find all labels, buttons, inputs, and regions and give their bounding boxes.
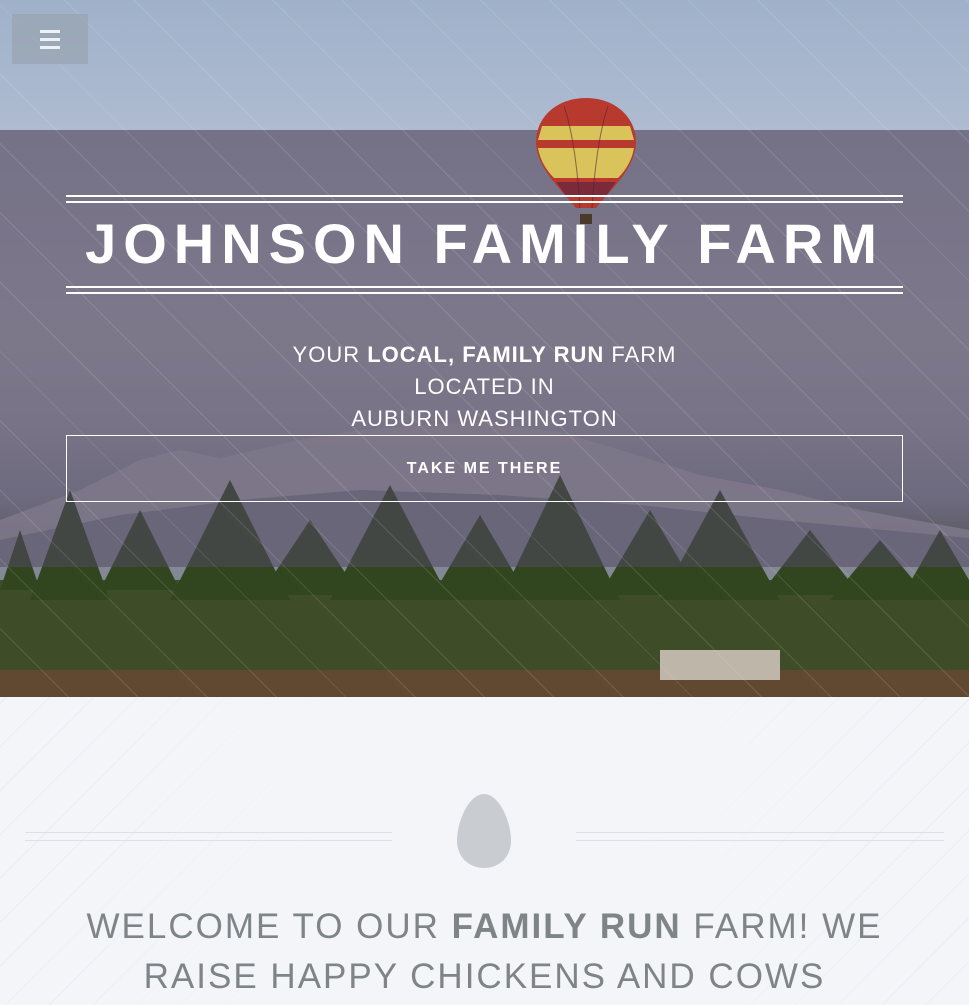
hero-tagline: YOUR LOCAL, FAMILY RUN FARM LOCATED IN A…: [66, 339, 903, 435]
tagline-line-2: LOCATED IN: [414, 374, 555, 399]
hamburger-menu-icon: [40, 29, 60, 49]
welcome-section: WELCOME TO OUR FAMILY RUN FARM! WE RAISE…: [0, 697, 969, 1005]
tagline-line-3: AUBURN WASHINGTON: [351, 406, 618, 431]
take-me-there-button[interactable]: TAKE ME THERE: [66, 435, 903, 502]
site-title: JOHNSON FAMILY FARM: [85, 212, 884, 275]
tagline-line-1: YOUR LOCAL, FAMILY RUN FARM: [292, 342, 677, 367]
title-rule-top: [66, 195, 903, 197]
menu-button[interactable]: [12, 14, 88, 64]
title-rule-bottom: [66, 292, 903, 294]
title-frame: JOHNSON FAMILY FARM: [66, 195, 903, 294]
hero-section: JOHNSON FAMILY FARM YOUR LOCAL, FAMILY R…: [0, 0, 969, 697]
divider-right: [576, 832, 944, 841]
welcome-heading: WELCOME TO OUR FAMILY RUN FARM! WE RAISE…: [86, 907, 883, 996]
title-rule-bottom-inner: [66, 286, 903, 288]
egg-icon: [457, 794, 511, 868]
divider-left: [25, 832, 392, 841]
title-rule-top-inner: [66, 201, 903, 203]
